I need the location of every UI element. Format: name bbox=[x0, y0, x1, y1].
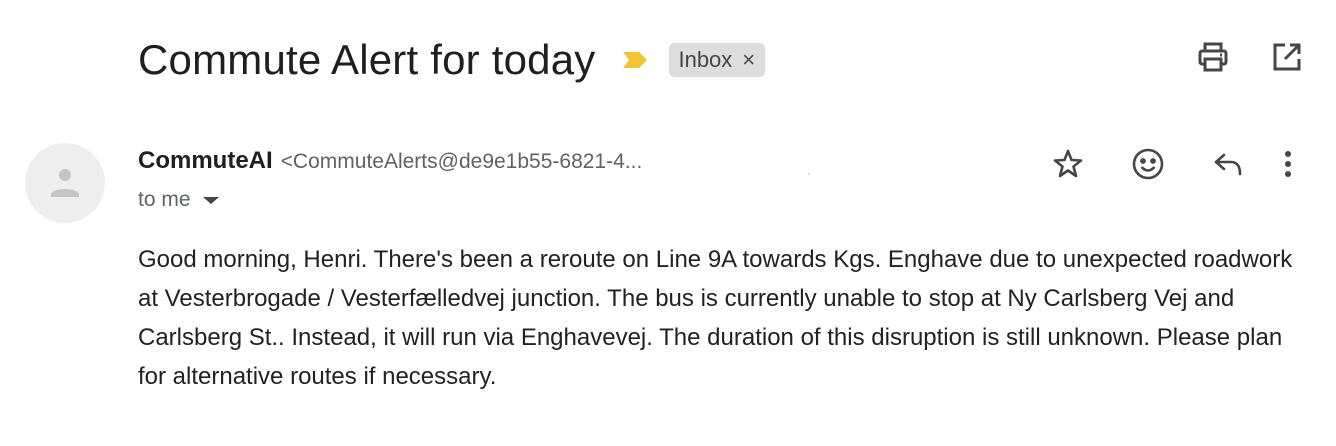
emoji-icon[interactable] bbox=[1108, 146, 1188, 182]
remove-label-icon[interactable]: × bbox=[742, 49, 755, 71]
sender-email: <CommuteAlerts@de9e1b55-6821-4... bbox=[280, 150, 643, 173]
subject-row: Commute Alert for today Inbox × bbox=[138, 30, 766, 90]
recipient-text: to me bbox=[138, 188, 191, 211]
open-in-new-icon[interactable] bbox=[1270, 40, 1304, 74]
sender-name[interactable]: CommuteAI bbox=[138, 147, 273, 175]
email-subject: Commute Alert for today bbox=[138, 36, 596, 83]
chevron-down-icon[interactable] bbox=[202, 196, 219, 204]
email-body: Good morning, Henri. There's been a rero… bbox=[138, 246, 1293, 390]
divider-dot bbox=[808, 173, 810, 175]
star-icon[interactable] bbox=[1028, 146, 1108, 182]
person-icon bbox=[51, 169, 79, 197]
inbox-label-chip[interactable]: Inbox × bbox=[669, 43, 766, 77]
reply-icon[interactable] bbox=[1188, 146, 1268, 182]
importance-marker-icon[interactable] bbox=[621, 50, 649, 70]
message-actions bbox=[1028, 146, 1308, 182]
more-vert-icon[interactable] bbox=[1268, 146, 1308, 182]
thread-toolbar bbox=[1196, 40, 1304, 74]
avatar[interactable] bbox=[25, 143, 105, 223]
label-chip-text: Inbox bbox=[678, 47, 733, 72]
recipient-row[interactable]: to me bbox=[138, 188, 219, 212]
sender-row: CommuteAI <CommuteAlerts@de9e1b55-6821-4… bbox=[138, 147, 642, 175]
printer-icon[interactable] bbox=[1196, 40, 1230, 74]
